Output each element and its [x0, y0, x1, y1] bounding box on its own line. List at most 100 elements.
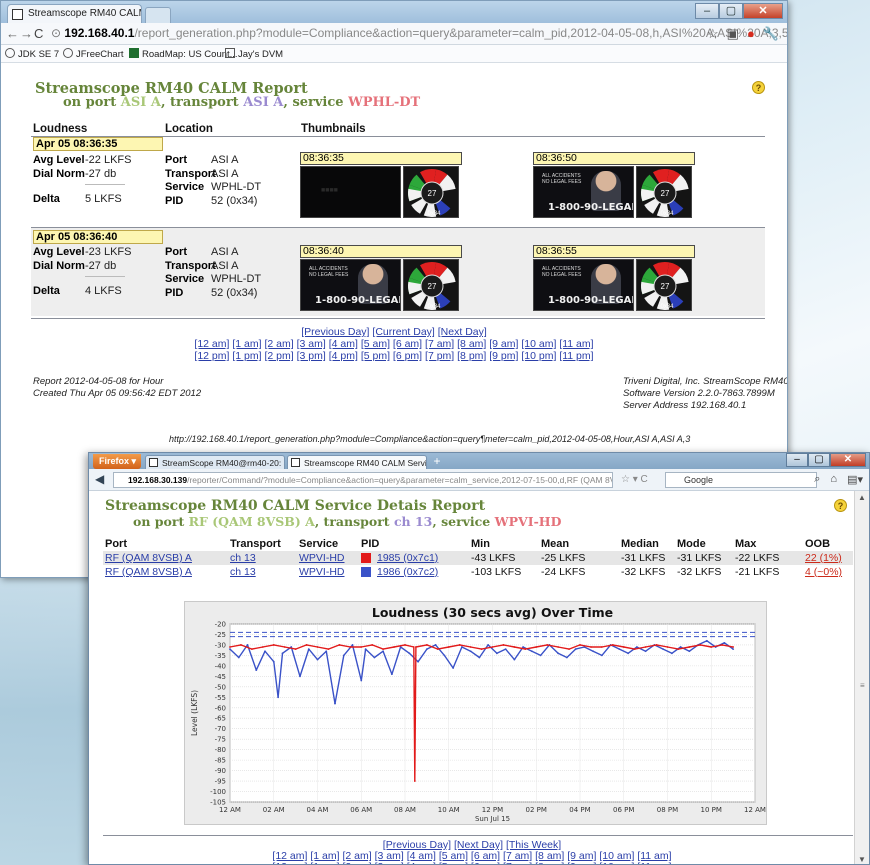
vertical-scrollbar[interactable]: ▲ ≡ ▼	[854, 491, 869, 864]
hour-link[interactable]: [8 pm]	[457, 350, 486, 362]
hour-link[interactable]: [8 am]	[457, 338, 486, 350]
url-field[interactable]: 192.168.30.139/reporter/Command/?module=…	[113, 472, 613, 488]
y-tick-label: -65	[215, 715, 226, 723]
series-point	[688, 646, 691, 648]
help-icon[interactable]: ?	[834, 499, 847, 512]
hour-link[interactable]: [4 am]	[329, 338, 358, 350]
hour-link[interactable]: [9 pm]	[567, 861, 596, 864]
port-link[interactable]: RF (QAM 8VSB) A	[105, 552, 192, 564]
previous-day-link[interactable]: [Previous Day]	[301, 326, 369, 338]
search-field[interactable]: Google	[665, 472, 817, 488]
oob-link[interactable]: 22 (1%)	[805, 552, 842, 564]
port-link[interactable]: RF (QAM 8VSB) A	[105, 566, 192, 578]
minimize-button[interactable]: –	[786, 453, 808, 467]
oob-link[interactable]: 4 (~0%)	[805, 566, 842, 578]
hour-link[interactable]: [2 am]	[264, 338, 293, 350]
title-bar: Firefox ▾ StreamScope RM40@rm40-20: Serv…	[89, 453, 869, 469]
transport-link[interactable]: ch 13	[230, 566, 256, 578]
pid-value: 52 (0x34)	[211, 287, 258, 299]
hour-link[interactable]: [2 pm]	[342, 861, 371, 864]
series-point	[425, 648, 428, 651]
close-button[interactable]: ✕	[743, 3, 783, 19]
tab-service-details[interactable]: Streamscope RM40 CALM Service Det...	[287, 455, 427, 469]
next-day-link[interactable]: [Next Day]	[438, 326, 487, 338]
hour-link[interactable]: [11 am]	[559, 338, 593, 350]
firefox-menu-button[interactable]: Firefox ▾	[93, 454, 141, 469]
hour-link[interactable]: [10 pm]	[521, 350, 556, 362]
avg-level-value: -23 LKFS	[85, 246, 132, 258]
service-link[interactable]: WPVI-HD	[299, 552, 345, 564]
hour-link[interactable]: [9 pm]	[489, 350, 518, 362]
video-thumbnail[interactable]: ALL ACCIDENTS NO LEGAL FEES 1-800-90-LEGA…	[300, 259, 401, 311]
transport-link[interactable]: ch 13	[230, 552, 256, 564]
hour-link[interactable]: [3 am]	[297, 338, 326, 350]
hour-link[interactable]: [9 am]	[489, 338, 518, 350]
hour-link[interactable]: [6 pm]	[393, 350, 422, 362]
star-icon[interactable]: ☆ ▾ C	[621, 474, 648, 485]
hour-link[interactable]: [5 am]	[361, 338, 390, 350]
video-thumbnail[interactable]: ALL ACCIDENTS NO LEGAL FEES 1-800-90-LEGA…	[533, 166, 634, 218]
hour-link[interactable]: [8 pm]	[535, 861, 564, 864]
tab-servic[interactable]: StreamScope RM40@rm40-20: Servic...	[145, 455, 285, 469]
maximize-button[interactable]: ▢	[808, 453, 830, 467]
hour-link[interactable]: [10 am]	[521, 338, 556, 350]
scroll-up-icon[interactable]: ▲	[858, 493, 866, 502]
reload-icon[interactable]: C	[34, 26, 43, 41]
back-arrow-icon[interactable]: ←	[6, 26, 19, 41]
help-icon[interactable]: ?	[752, 81, 765, 94]
hour-link[interactable]: [10 pm]	[599, 861, 634, 864]
hour-link[interactable]: [6 pm]	[471, 861, 500, 864]
wrench-icon[interactable]: 🔧	[763, 26, 779, 42]
y-tick-label: -35	[215, 652, 226, 660]
url-field[interactable]: ⊙ 192.168.40.1/report_generation.php?mod…	[51, 26, 787, 40]
video-thumbnail[interactable]: ALL ACCIDENTS NO LEGAL FEES 1-800-90-LEGA…	[533, 259, 634, 311]
hour-link[interactable]: [5 pm]	[439, 861, 468, 864]
hour-link[interactable]: [2 pm]	[264, 350, 293, 362]
bookmarks-icon[interactable]: ▤▾	[847, 473, 863, 486]
x-tick-label: 12 PM	[482, 806, 503, 814]
hour-link[interactable]: [1 am]	[232, 338, 261, 350]
hour-link[interactable]: [11 pm]	[637, 861, 671, 864]
series-point	[360, 679, 363, 682]
hour-link[interactable]: [1 pm]	[232, 350, 261, 362]
current-day-link[interactable]: [Current Day]	[372, 326, 434, 338]
back-arrow-icon[interactable]: ◀	[95, 472, 104, 486]
pid-link[interactable]: 1985 (0x7c1)	[377, 552, 438, 564]
bookmark-item[interactable]: JDK SE 7	[5, 48, 59, 60]
maximize-button[interactable]: ▢	[719, 3, 743, 19]
bookmark-item[interactable]: Jay's DVM	[225, 48, 283, 60]
home-icon[interactable]: ⌂	[830, 473, 837, 486]
hour-link[interactable]: [4 pm]	[407, 861, 436, 864]
bookmark-item[interactable]: JFreeChart	[63, 48, 124, 60]
star-icon[interactable]: ☆	[707, 26, 719, 42]
hour-link[interactable]: [7 pm]	[425, 350, 454, 362]
hour-link[interactable]: [6 am]	[393, 338, 422, 350]
page-icon[interactable]: ▣	[727, 26, 739, 42]
hour-link[interactable]: [12 pm]	[272, 861, 307, 864]
hour-link[interactable]: [12 am]	[194, 338, 229, 350]
forward-arrow-icon[interactable]: →	[20, 26, 33, 41]
search-icon[interactable]: ⌕	[814, 473, 820, 486]
hour-link[interactable]: [7 pm]	[503, 861, 532, 864]
pid-link[interactable]: 1986 (0x7c2)	[377, 566, 438, 578]
new-tab-button[interactable]: +	[429, 455, 445, 469]
scroll-down-icon[interactable]: ▼	[858, 855, 866, 864]
hour-link[interactable]: [11 pm]	[559, 350, 593, 362]
opera-icon[interactable]: ●	[747, 26, 755, 42]
scroll-grip-icon[interactable]: ≡	[860, 681, 865, 690]
service-link[interactable]: WPVI-HD	[299, 566, 345, 578]
hour-link[interactable]: [12 pm]	[194, 350, 229, 362]
hour-link[interactable]: [1 pm]	[310, 861, 339, 864]
bookmark-item[interactable]: RoadMap: US Count...	[129, 48, 238, 60]
new-tab-button[interactable]	[145, 7, 171, 23]
hour-link[interactable]: [3 pm]	[297, 350, 326, 362]
hour-link[interactable]: [3 pm]	[375, 861, 404, 864]
hour-link[interactable]: [5 pm]	[361, 350, 390, 362]
tab-calm-report[interactable]: Streamscope RM40 CALM R	[7, 4, 142, 23]
hour-link[interactable]: [4 pm]	[329, 350, 358, 362]
hour-link[interactable]: [7 am]	[425, 338, 454, 350]
video-thumbnail[interactable]: ■■■■	[300, 166, 401, 218]
close-button[interactable]: ✕	[830, 453, 866, 467]
col-header-oob: OOB	[805, 538, 831, 550]
minimize-button[interactable]: –	[695, 3, 719, 19]
